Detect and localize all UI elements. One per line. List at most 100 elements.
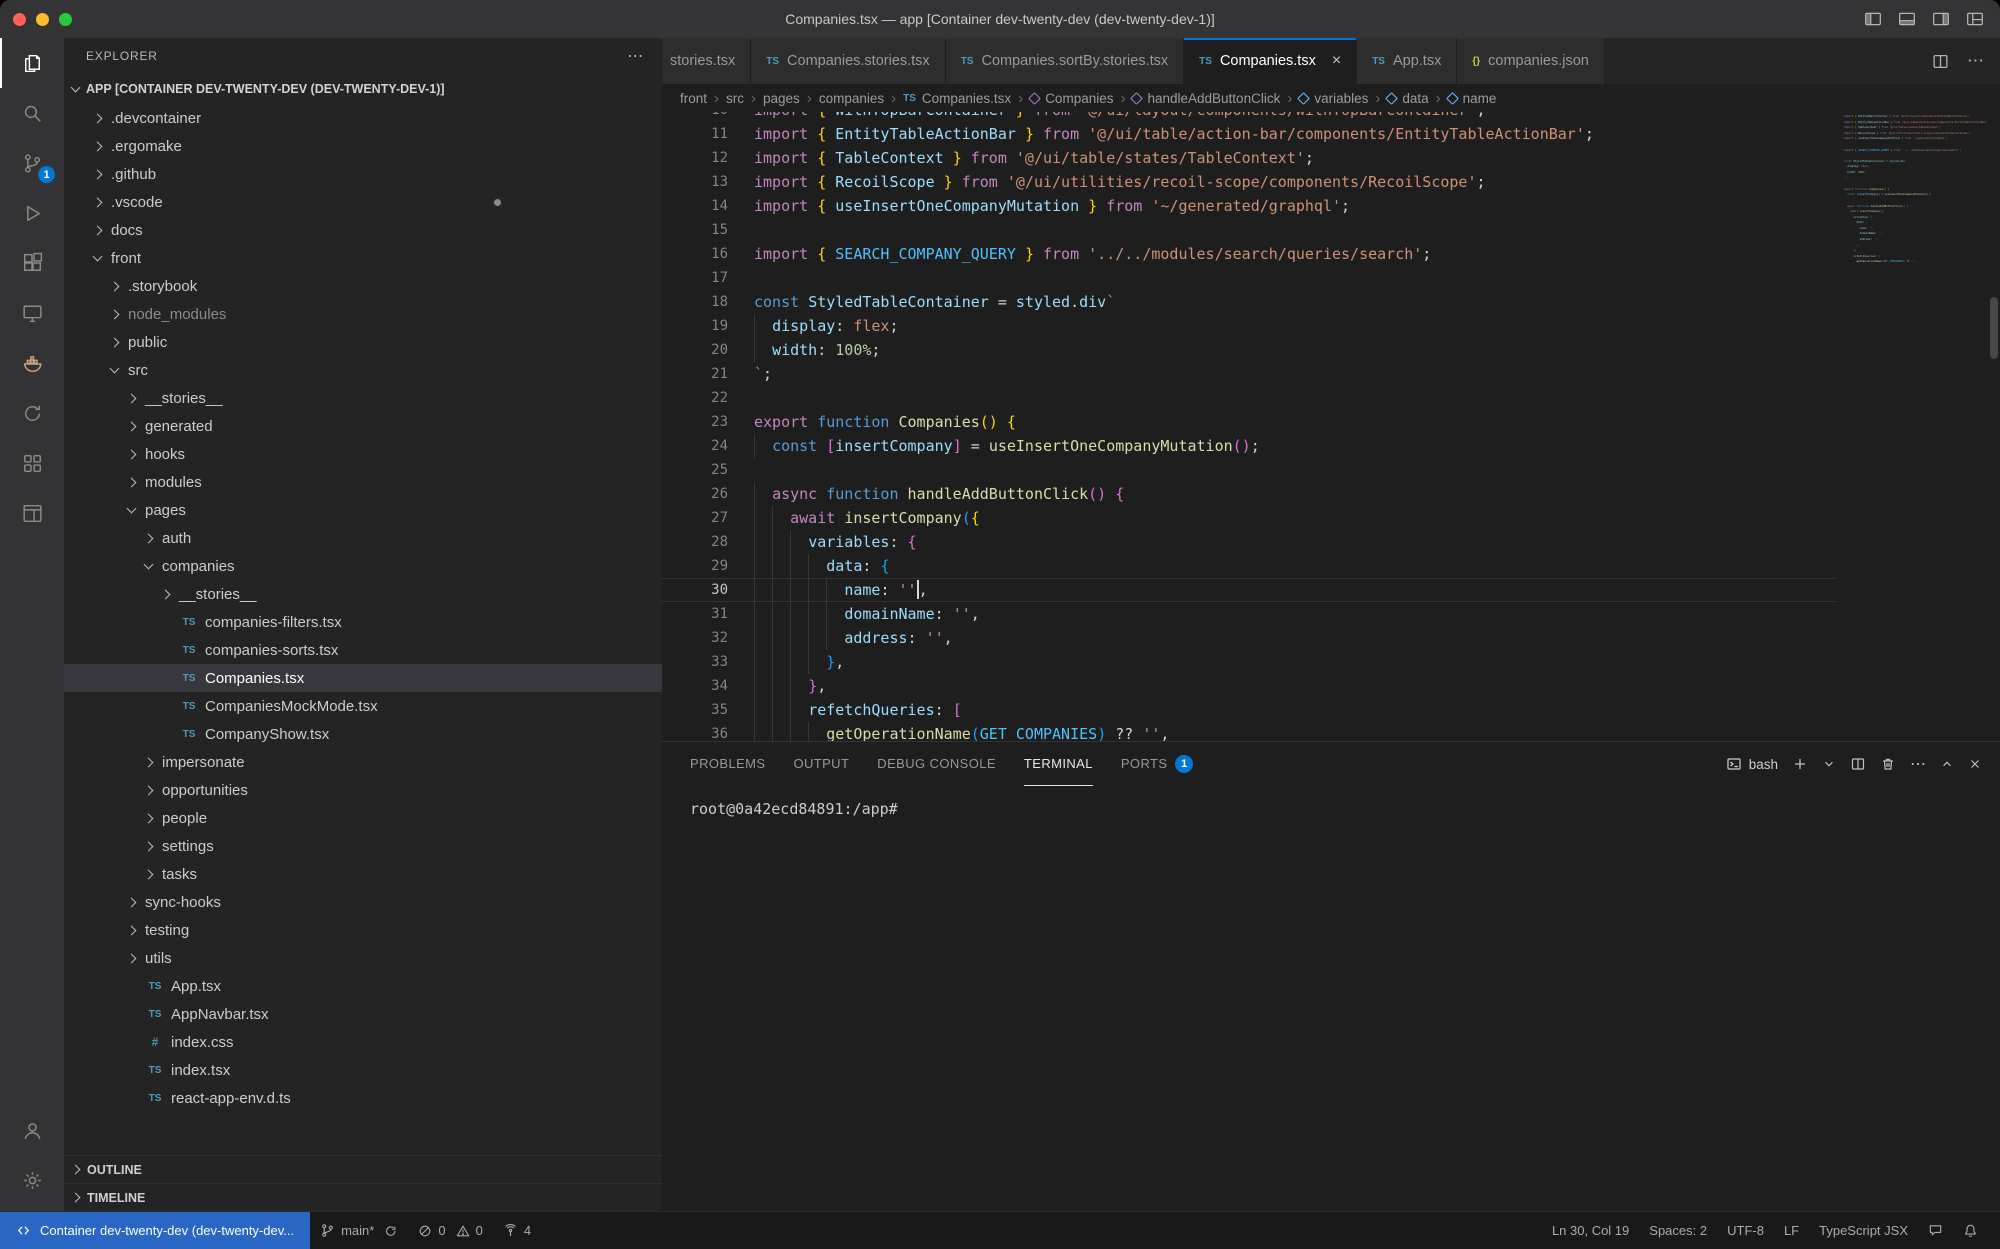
code-line-35[interactable]: 35 refetchQueries: [ [662, 698, 1836, 722]
breadcrumb-name[interactable]: name [1448, 91, 1497, 106]
cursor-position[interactable]: Ln 30, Col 19 [1542, 1212, 1639, 1249]
tree-item-testing[interactable]: testing [64, 916, 662, 944]
editor-scrollbar[interactable] [1986, 112, 2000, 741]
terminal[interactable]: root@0a42ecd84891:/app# [662, 786, 2000, 1211]
tree-item-people[interactable]: people [64, 804, 662, 832]
activity-explorer[interactable] [0, 38, 64, 88]
activity-extensions[interactable] [0, 238, 64, 288]
tree-item-opportunities[interactable]: opportunities [64, 776, 662, 804]
code-line-22[interactable]: 22 [662, 386, 1836, 410]
tree-item-modules[interactable]: modules [64, 468, 662, 496]
activity-settings[interactable] [0, 1155, 64, 1205]
tree-item-stories[interactable]: __stories__ [64, 384, 662, 412]
tree-item-utils[interactable]: utils [64, 944, 662, 972]
tree-item-companies-tsx[interactable]: TSCompanies.tsx [64, 664, 662, 692]
breadcrumb-companies-tsx[interactable]: TSCompanies.tsx [903, 91, 1011, 106]
tree-item-sync-hooks[interactable]: sync-hooks [64, 888, 662, 916]
tree-item-tasks[interactable]: tasks [64, 860, 662, 888]
breadcrumb-companies[interactable]: companies [819, 91, 884, 106]
tree-item-companyshow-tsx[interactable]: TSCompanyShow.tsx [64, 720, 662, 748]
breadcrumb-handleaddbuttonclick[interactable]: handleAddButtonClick [1132, 91, 1280, 106]
code-line-24[interactable]: 24 const [insertCompany] = useInsertOneC… [662, 434, 1836, 458]
branch-indicator[interactable]: main* [310, 1212, 408, 1249]
activity-docker[interactable] [0, 338, 64, 388]
activity-accounts[interactable] [0, 1105, 64, 1155]
activity-remote-explorer[interactable] [0, 288, 64, 338]
tree-item-pages[interactable]: pages [64, 496, 662, 524]
code-line-33[interactable]: 33 }, [662, 650, 1836, 674]
panel-tab-ports[interactable]: PORTS1 [1121, 742, 1194, 786]
code-line-20[interactable]: 20 width: 100%; [662, 338, 1836, 362]
code-line-13[interactable]: 13import { RecoilScope } from '@/ui/util… [662, 170, 1836, 194]
tree-item-index-tsx[interactable]: TSindex.tsx [64, 1056, 662, 1084]
scrollbar-thumb[interactable] [1990, 297, 1998, 359]
tree-item-companies[interactable]: companies [64, 552, 662, 580]
code-line-28[interactable]: 28 variables: { [662, 530, 1836, 554]
close-tab-icon[interactable]: × [1332, 52, 1341, 70]
tree-item-companies-sorts-tsx[interactable]: TScompanies-sorts.tsx [64, 636, 662, 664]
tab-companies-sortby-stories-tsx[interactable]: TSCompanies.sortBy.stories.tsx [946, 38, 1184, 84]
code-line-16[interactable]: 16import { SEARCH_COMPANY_QUERY } from '… [662, 242, 1836, 266]
code-line-36[interactable]: 36 getOperationName(GET_COMPANIES) ?? ''… [662, 722, 1836, 741]
tree-item-hooks[interactable]: hooks [64, 440, 662, 468]
code-line-25[interactable]: 25 [662, 458, 1836, 482]
shell-selector[interactable]: bash [1726, 756, 1778, 772]
code-line-30[interactable]: 30 name: '', [662, 578, 1836, 602]
tree-item-github[interactable]: .github [64, 160, 662, 188]
tree-item-docs[interactable]: docs [64, 216, 662, 244]
code-line-18[interactable]: 18const StyledTableContainer = styled.di… [662, 290, 1836, 314]
timeline-section[interactable]: TIMELINE [64, 1183, 662, 1211]
code-line-10[interactable]: 10import { WithTopBarContainer } from '@… [662, 112, 1836, 122]
code-line-14[interactable]: 14import { useInsertOneCompanyMutation }… [662, 194, 1836, 218]
tree-item-generated[interactable]: generated [64, 412, 662, 440]
notifications[interactable] [1953, 1212, 1988, 1249]
code-line-15[interactable]: 15 [662, 218, 1836, 242]
tree-item-app-tsx[interactable]: TSApp.tsx [64, 972, 662, 1000]
customize-layout-icon[interactable] [1966, 10, 1984, 28]
toggle-sidebar-icon[interactable] [1864, 10, 1882, 28]
outline-section[interactable]: OUTLINE [64, 1155, 662, 1183]
tree-item-ergomake[interactable]: .ergomake [64, 132, 662, 160]
panel-tab-debug-console[interactable]: DEBUG CONSOLE [877, 742, 996, 786]
tree-item-companiesmockmode-tsx[interactable]: TSCompaniesMockMode.tsx [64, 692, 662, 720]
minimap[interactable]: import { WithTopBarContainer } from '@/u… [1836, 112, 1986, 741]
code-line-12[interactable]: 12import { TableContext } from '@/ui/tab… [662, 146, 1836, 170]
breadcrumb-variables[interactable]: variables [1299, 91, 1368, 106]
tree-item-front[interactable]: front [64, 244, 662, 272]
activity-source-control[interactable]: 1 [0, 138, 64, 188]
language-mode[interactable]: TypeScript JSX [1809, 1212, 1918, 1249]
kill-terminal-icon[interactable] [1880, 756, 1896, 772]
problems-indicator[interactable]: 0 0 [408, 1212, 492, 1249]
activity-settings-sync[interactable] [0, 388, 64, 438]
panel-tab-output[interactable]: OUTPUT [793, 742, 849, 786]
tree-item-react-app-env-d-ts[interactable]: TSreact-app-env.d.ts [64, 1084, 662, 1112]
panel-tab-terminal[interactable]: TERMINAL [1024, 742, 1093, 786]
terminal-dropdown-icon[interactable] [1822, 757, 1836, 771]
remote-indicator[interactable]: Container dev-twenty-dev (dev-twenty-dev… [0, 1212, 310, 1249]
tree-item-public[interactable]: public [64, 328, 662, 356]
panel-tab-problems[interactable]: PROBLEMS [690, 742, 765, 786]
tree-item-src[interactable]: src [64, 356, 662, 384]
tree-item-impersonate[interactable]: impersonate [64, 748, 662, 776]
maximize-panel-icon[interactable] [1940, 757, 1954, 771]
close-window-button[interactable] [13, 13, 26, 26]
split-editor-icon[interactable] [1932, 53, 1949, 70]
tab-companies-stories-tsx[interactable]: TSCompanies.stories.tsx [751, 38, 945, 84]
tree-item-appnavbar-tsx[interactable]: TSAppNavbar.tsx [64, 1000, 662, 1028]
tree-item-settings[interactable]: settings [64, 832, 662, 860]
code-line-23[interactable]: 23export function Companies() { [662, 410, 1836, 434]
feedback[interactable] [1918, 1212, 1953, 1249]
tab-stories-tsx[interactable]: stories.tsx [662, 38, 751, 84]
tree-item-devcontainer[interactable]: .devcontainer [64, 104, 662, 132]
tree-item-companies-filters-tsx[interactable]: TScompanies-filters.tsx [64, 608, 662, 636]
panel-more-actions-icon[interactable]: ⋯ [1910, 754, 1926, 774]
tab-app-tsx[interactable]: TSApp.tsx [1357, 38, 1457, 84]
encoding-indicator[interactable]: UTF-8 [1717, 1212, 1774, 1249]
tree-item-stories[interactable]: __stories__ [64, 580, 662, 608]
split-terminal-icon[interactable] [1850, 756, 1866, 772]
tree-item-node-modules[interactable]: node_modules [64, 300, 662, 328]
tree-item-vscode[interactable]: .vscode [64, 188, 662, 216]
tree-item-index-css[interactable]: #index.css [64, 1028, 662, 1056]
project-section-header[interactable]: APP [CONTAINER DEV-TWENTY-DEV (DEV-TWENT… [64, 74, 662, 104]
activity-search[interactable] [0, 88, 64, 138]
